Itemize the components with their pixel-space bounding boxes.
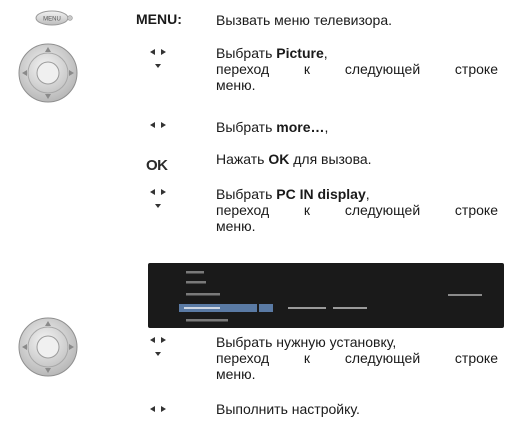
step-more: Выбрать more…, <box>216 119 329 135</box>
picture-item: Picture <box>276 45 324 61</box>
remote-dpad-icon <box>18 43 78 103</box>
remote-menu-button-icon: MENU <box>35 10 73 26</box>
ok-button-icon: OK <box>146 157 168 174</box>
osd-menu-rows <box>179 271 482 322</box>
left-right-down-arrows-icon <box>150 49 166 68</box>
manual-page: { "menu_step": { "key": "MENU:", "text":… <box>0 0 506 425</box>
more-item: more… <box>276 119 325 135</box>
step-pc-in-display: Выбрать PC IN display, переход к следующ… <box>216 186 498 234</box>
ok-item: OK <box>268 151 290 167</box>
left-right-arrows-icon <box>150 122 166 128</box>
menu-key-label: MENU: <box>136 11 182 27</box>
step-perform: Выполнить настройку. <box>216 401 360 417</box>
left-right-arrows-icon <box>150 406 166 412</box>
tv-osd-screenshot <box>148 263 504 328</box>
step-picture: Выбрать Picture, переход к следующей стр… <box>216 45 498 93</box>
menu-button-text: MENU <box>43 17 61 23</box>
pc-in-display-item: PC IN display <box>276 186 366 202</box>
left-right-down-arrows-icon <box>150 337 166 356</box>
step-ok: Нажать OK для вызова. <box>216 151 372 167</box>
remote-dpad-icon-2 <box>18 317 78 377</box>
left-right-down-arrows-icon <box>150 189 166 208</box>
menu-step-text: Вызвать меню телевизора. <box>216 12 393 28</box>
step-choose-setting: Выбрать нужную установку, переход к след… <box>216 334 498 382</box>
